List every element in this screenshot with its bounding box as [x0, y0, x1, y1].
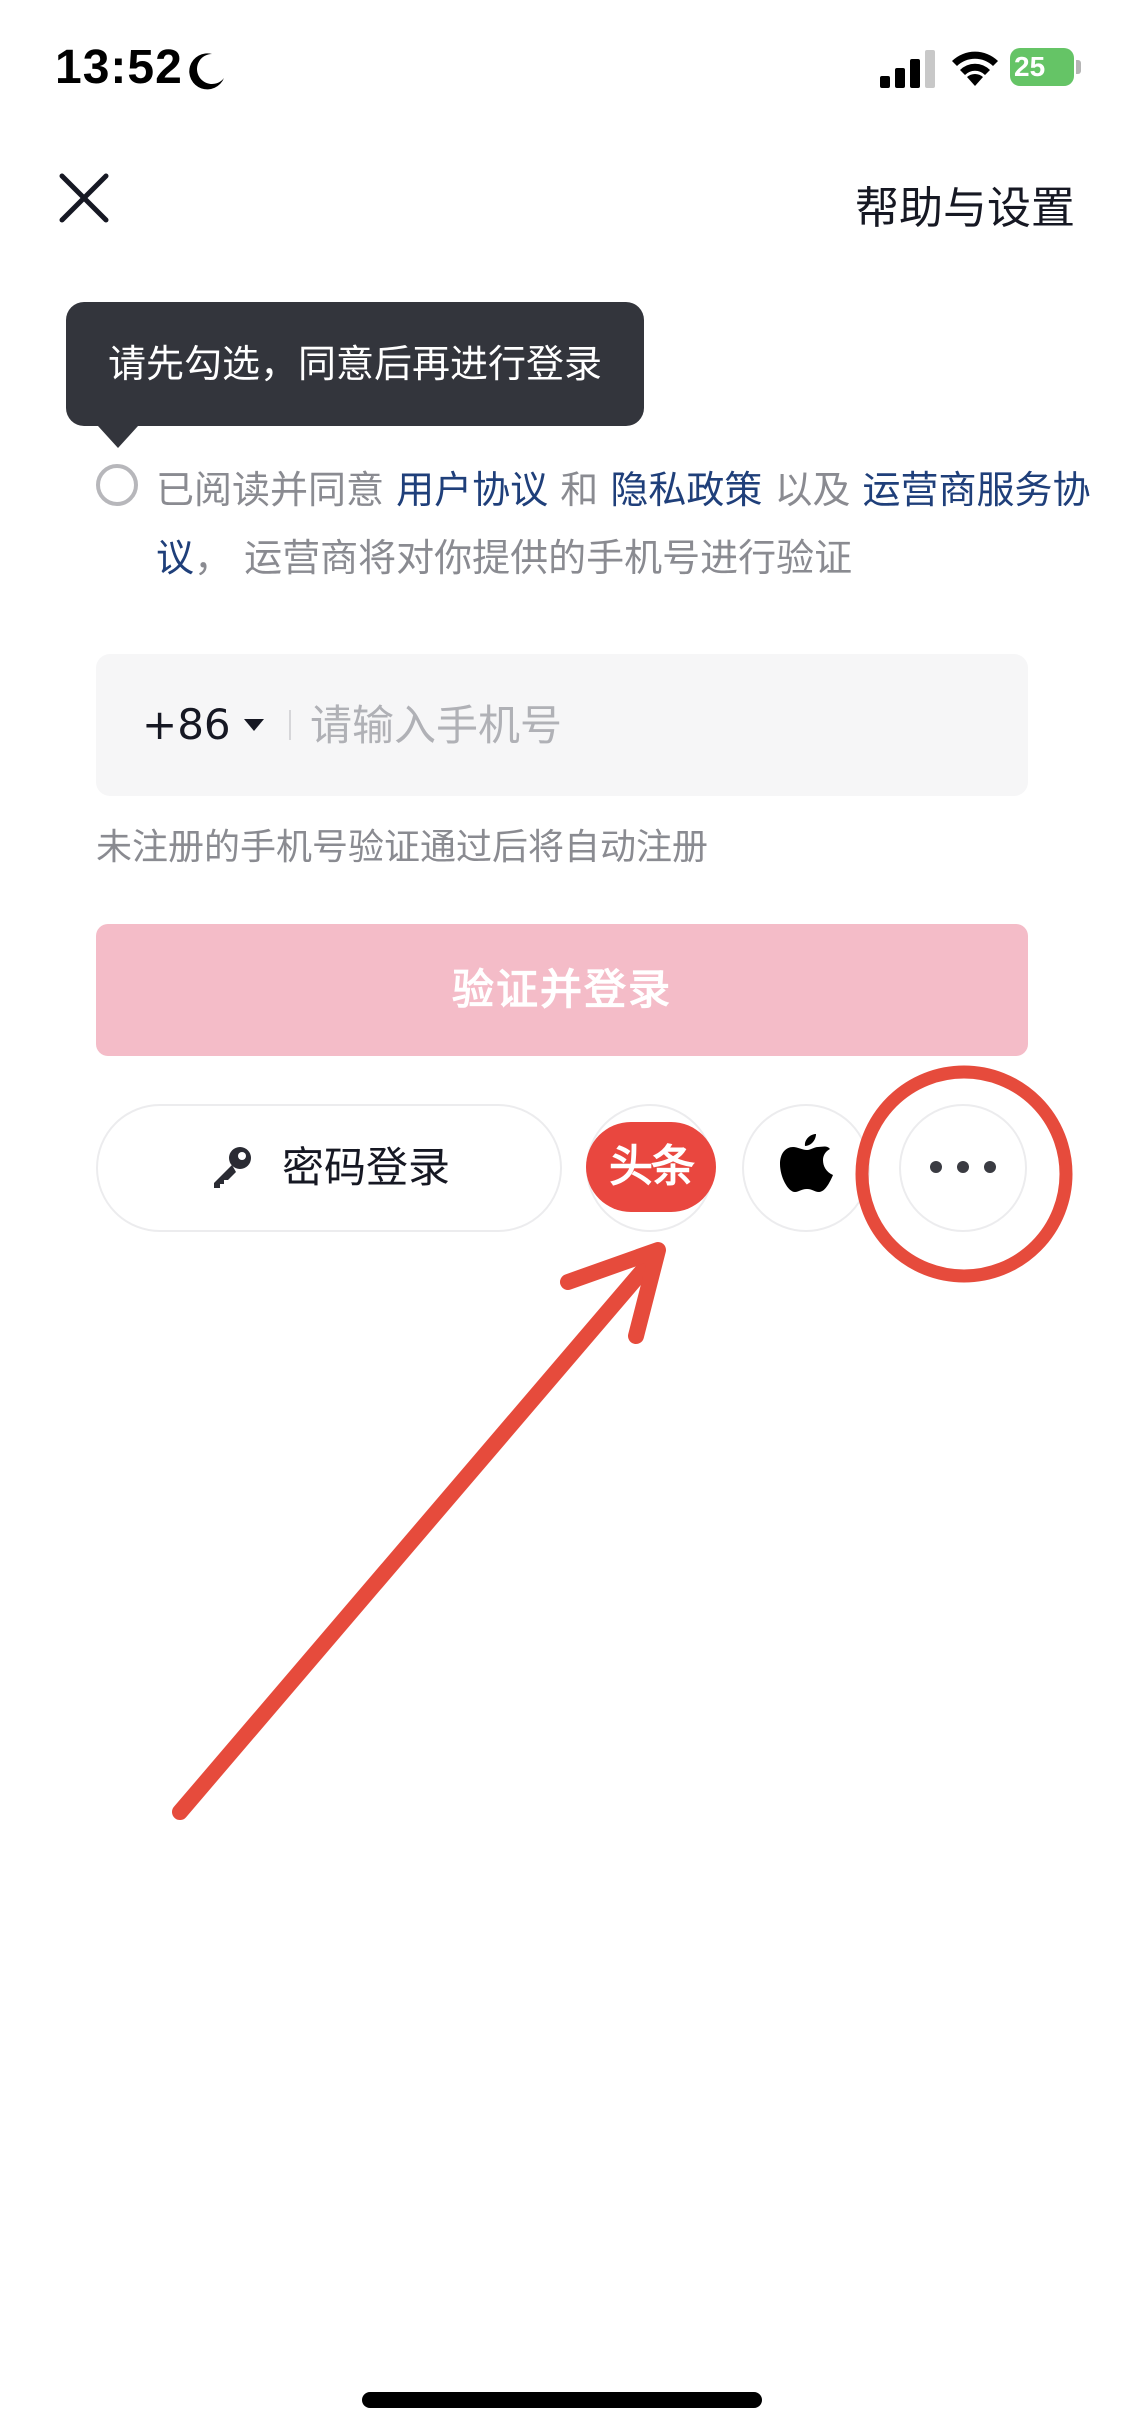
user-agreement-link[interactable]: 用户协议 — [396, 468, 548, 512]
home-indicator — [362, 2392, 762, 2408]
battery-icon: 25 — [1010, 48, 1081, 86]
toutiao-logo[interactable]: 头条 — [586, 1122, 716, 1212]
signal-icon — [880, 50, 935, 88]
country-code-selector[interactable]: +86 — [142, 654, 231, 796]
help-settings-button[interactable]: 帮助与设置 — [855, 172, 1075, 236]
annotation-arrow — [172, 1254, 658, 1820]
password-login-button[interactable]: 密码登录 — [96, 1104, 562, 1232]
status-bar: 13:52 25 — [0, 0, 1125, 140]
status-time: 13:52 — [55, 41, 183, 94]
battery-level: 25 — [1010, 48, 1074, 86]
moon-icon — [189, 53, 224, 90]
agree-tooltip: 请先勾选，同意后再进行登录 — [66, 302, 644, 426]
more-icon[interactable] — [929, 1160, 997, 1174]
annotation-arrowhead — [560, 1242, 666, 1344]
agree-as-well-as: 以及 — [774, 468, 851, 512]
privacy-policy-link[interactable]: 隐私政策 — [610, 468, 762, 512]
battery-cap — [1076, 60, 1081, 74]
password-login-label: 密码登录 — [282, 1143, 451, 1192]
agree-comma: ， — [194, 536, 233, 580]
agree-and: 和 — [560, 468, 599, 512]
auto-register-note: 未注册的手机号验证通过后将自动注册 — [96, 827, 709, 868]
phone-input-box: +86 — [96, 654, 1028, 796]
phone-number-input[interactable] — [310, 654, 990, 796]
agree-prefix: 已阅读并同意 — [156, 468, 385, 512]
agree-suffix: 运营商将对你提供的手机号进行验证 — [244, 536, 853, 580]
verify-login-button[interactable]: 验证并登录 — [96, 924, 1028, 1056]
agree-checkbox[interactable] — [96, 464, 138, 506]
close-icon[interactable] — [58, 172, 110, 224]
key-icon — [214, 1147, 251, 1188]
agreement-text: 已阅读并同意 用户协议 和 隐私政策 以及 运营商服务协议， 运营商将对你提供的… — [156, 456, 1116, 592]
tooltip-arrow — [98, 426, 138, 448]
apple-icon[interactable] — [780, 1130, 834, 1196]
input-divider — [289, 710, 291, 740]
wifi-icon — [952, 51, 998, 86]
caret-down-icon[interactable] — [244, 719, 264, 731]
